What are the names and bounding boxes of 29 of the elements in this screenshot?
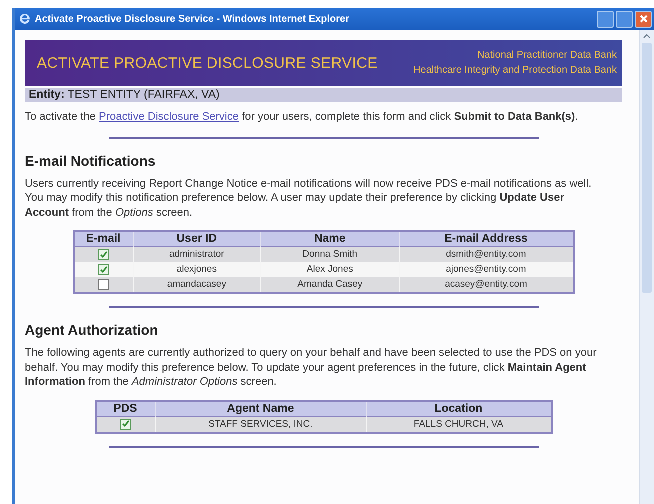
section-heading: Agent Authorization — [25, 322, 160, 338]
table-cell: FALLS CHURCH, VA — [366, 416, 552, 433]
window-title: Activate Proactive Disclosure Service - Windows Internet Explorer — [35, 14, 350, 24]
table-cell: administrator — [133, 246, 261, 262]
section-description: The following agents are currently authorized to query on your behalf and have been selected to use the PDS on your behalf. You may modify this preference below. To update your agent preferences in the future, click Maintain Agent Information from the Administrator Options screen. — [25, 346, 597, 390]
table-cell: Donna Smith — [260, 246, 400, 262]
column-header: E-mail Address — [399, 231, 574, 246]
organization-name: Healthcare Integrity and Protection Data Bank — [414, 64, 617, 78]
section-heading: E-mail Notifications — [25, 152, 157, 168]
table-cell: dsmith@entity.com — [399, 246, 574, 262]
table-cell: Alex Jones — [260, 262, 400, 278]
intro-text: To activate the Proactive Disclosure Service for your users, complete this form and click Submit to Data Bank(s). — [25, 110, 580, 124]
organization-name: National Practitioner Data Bank — [477, 49, 617, 63]
section-description: Users currently receiving Report Change Notice e-mail notifications will now receive PDS e-mail notifications as well. You may modify this notification preference below. A user may update their preference by clicking Update User Account from the Options screen. — [25, 176, 593, 220]
table-cell: alexjones — [133, 262, 261, 278]
table-cell: STAFF SERVICES, INC. — [155, 416, 366, 433]
service-link[interactable]: Proactive Disclosure Service — [99, 111, 239, 123]
table-cell: amandacasey — [133, 277, 261, 294]
column-header: User ID — [133, 231, 261, 246]
table-cell: acasey@entity.com — [399, 277, 574, 294]
page-title: ACTIVATE PROACTIVE DISCLOSURE SERVICE — [37, 54, 378, 72]
column-header: Name — [260, 231, 400, 246]
table-cell: ajones@entity.com — [399, 262, 574, 278]
entity-text: Entity: TEST ENTITY (FAIRFAX, VA) — [29, 89, 220, 101]
column-header: Agent Name — [155, 400, 366, 416]
column-header: Location — [366, 400, 552, 416]
column-header: E-mail — [74, 231, 133, 246]
column-header: PDS — [96, 400, 155, 416]
table-cell: Amanda Casey — [260, 277, 400, 294]
